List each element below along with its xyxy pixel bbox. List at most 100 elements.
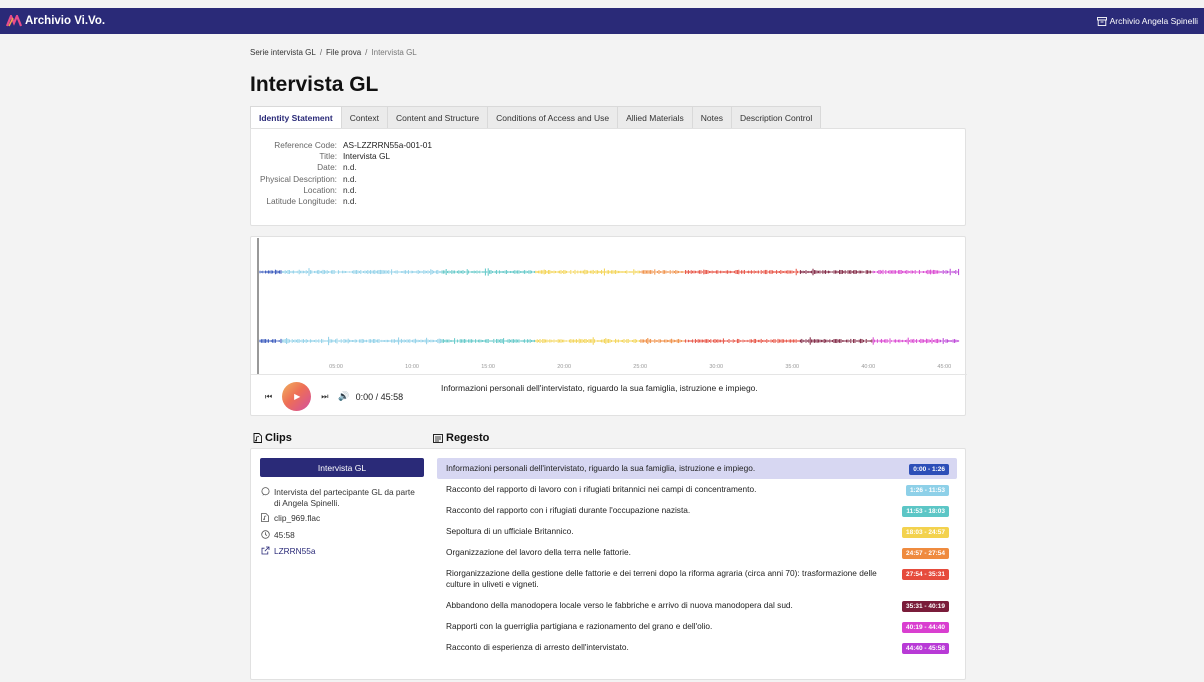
regesto-item[interactable]: Racconto del rapporto di lavoro con i ri… (437, 479, 957, 500)
list-icon (433, 433, 443, 443)
regesto-item[interactable]: Abbandono della manodopera locale verso … (437, 595, 957, 616)
identity-label: Title: (319, 151, 337, 162)
logo-icon (6, 15, 22, 27)
regesto-title: Regesto (446, 432, 490, 444)
timeline-tick: 45:00 (937, 364, 951, 370)
tab-identity-statement[interactable]: Identity Statement (250, 106, 342, 128)
file-audio-icon (261, 513, 270, 525)
regesto-list: Informazioni personali dell'intervistato… (437, 458, 957, 658)
regesto-item-text: Rapporti con la guerriglia partigiana e … (446, 621, 713, 631)
time-range-badge: 27:54 - 35:31 (901, 569, 949, 580)
tab-allied-materials[interactable]: Allied Materials (617, 106, 693, 128)
identity-row: Reference Code: AS-LZZRRN55a-001-01 (251, 140, 432, 151)
time-range-badge: 35:31 - 40:19 (901, 601, 949, 612)
clip-file: clip_969.flac (274, 513, 321, 524)
time-range-badge: 18:03 - 24:57 (901, 527, 949, 538)
regesto-item-text: Racconto di esperienza di arresto dell'i… (446, 642, 629, 652)
identity-label: Physical Description: (259, 173, 337, 184)
identity-row: Title: Intervista GL (251, 151, 432, 162)
next-button[interactable]: ⏭ (321, 392, 328, 402)
breadcrumb-item[interactable]: File prova (326, 48, 361, 57)
volume-icon[interactable]: 🔊 (338, 391, 349, 402)
breadcrumb-current: Intervista GL (371, 48, 417, 57)
waveform[interactable]: 05:00 10:00 15:00 20:00 25:00 30:00 35:00 40:00… (257, 238, 961, 374)
clip-description-row: Intervista del partecipante GL da parte … (261, 487, 421, 509)
tab-description-control[interactable]: Description Control (730, 106, 822, 128)
identity-value: Intervista GL (343, 151, 391, 162)
identity-value: n.d. (343, 184, 357, 195)
user-menu[interactable]: Archivio Angela Spinelli (1096, 16, 1198, 26)
top-strip (0, 0, 1204, 8)
identity-value: n.d. (343, 173, 357, 184)
timeline-tick: 30:00 (709, 364, 723, 370)
regesto-item-text: Organizzazione del lavoro della terra ne… (446, 547, 631, 557)
player-controls: ⏮ ▶ ⏭ 🔊 0:00 / 45:58 (265, 382, 403, 411)
clip-file-row: clip_969.flac (261, 513, 421, 525)
clip-link-row: LZRRN55a (261, 546, 421, 558)
clip-duration-row: 45:58 (261, 530, 421, 542)
tab-content-and-structure[interactable]: Content and Structure (386, 106, 489, 128)
breadcrumb-separator: / (319, 48, 323, 57)
timeline-tick: 10:00 (405, 364, 419, 370)
brand[interactable]: Archivio Vi.Vo. (6, 15, 105, 27)
tab-context[interactable]: Context (340, 106, 388, 128)
time-range-badge: 1:26 - 11:53 (905, 485, 949, 496)
regesto-item-text: Riorganizzazione della gestione delle fa… (446, 568, 877, 589)
identity-row: Latitude Longitude: n.d. (251, 196, 432, 207)
regesto-item-text: Abbandono della manodopera locale verso … (446, 600, 793, 610)
external-link-icon (261, 546, 270, 558)
regesto-item[interactable]: Racconto del rapporto con i rifugiati du… (437, 500, 957, 521)
navbar: Archivio Vi.Vo. Archivio Angela Spinelli (0, 8, 1204, 34)
regesto-item-text: Racconto del rapporto con i rifugiati du… (446, 505, 691, 515)
tab-conditions-of-access[interactable]: Conditions of Access and Use (487, 106, 619, 128)
breadcrumb-separator: / (365, 48, 368, 57)
timeline-tick: 20:00 (557, 364, 571, 370)
identity-list: Reference Code: AS-LZZRRN55a-001-01 Titl… (251, 140, 432, 207)
play-button[interactable]: ▶ (282, 382, 312, 411)
regesto-item-text: Informazioni personali dell'intervistato… (446, 463, 756, 473)
identity-value: n.d. (343, 162, 357, 173)
identity-label: Location: (303, 184, 337, 195)
previous-button[interactable]: ⏮ (265, 392, 272, 402)
page-title: Intervista GL (250, 73, 379, 96)
timeline-tick: 35:00 (785, 364, 799, 370)
play-icon: ▶ (294, 392, 301, 401)
regesto-item[interactable]: Organizzazione del lavoro della terra ne… (437, 542, 957, 563)
time-range-badge: 44:40 - 45:58 (901, 643, 949, 654)
chat-icon (261, 487, 270, 509)
identity-row: Date: n.d. (251, 162, 432, 173)
clip-select-button[interactable]: Intervista GL (260, 458, 424, 477)
brand-name: Archivio Vi.Vo. (25, 15, 106, 27)
time-range-badge: 40:19 - 44:40 (901, 622, 949, 633)
regesto-item[interactable]: Sepoltura di un ufficiale Britannico. 18:… (437, 521, 957, 542)
identity-panel: Reference Code: AS-LZZRRN55a-001-01 Titl… (250, 128, 966, 226)
regesto-item[interactable]: Informazioni personali dell'intervistato… (437, 458, 957, 479)
timeline-tick: 05:00 (329, 364, 343, 370)
player-divider (251, 374, 967, 375)
regesto-item-text: Racconto del rapporto di lavoro con i ri… (446, 484, 757, 494)
timeline-tick: 25:00 (633, 364, 647, 370)
clips-regesto-panel: Intervista GL Intervista del partecipant… (250, 448, 966, 680)
identity-value: AS-LZZRRN55a-001-01 (343, 140, 432, 150)
regesto-item[interactable]: Rapporti con la guerriglia partigiana e … (437, 616, 957, 637)
regesto-item[interactable]: Racconto di esperienza di arresto dell'i… (437, 637, 957, 658)
tab-bar: Identity Statement Context Content and S… (250, 106, 822, 128)
regesto-item[interactable]: Riorganizzazione della gestione delle fa… (437, 563, 957, 595)
user-name: Archivio Angela Spinelli (1109, 16, 1198, 26)
tab-notes[interactable]: Notes (691, 106, 732, 128)
identity-row: Physical Description: n.d. (251, 174, 432, 185)
file-audio-icon (253, 433, 262, 443)
time-range-badge: 24:57 - 27:54 (901, 548, 949, 559)
archive-icon (1096, 16, 1107, 26)
identity-label: Latitude Longitude: (266, 196, 337, 207)
clip-link[interactable]: LZRRN55a (274, 546, 316, 558)
identity-label: Reference Code: (274, 140, 337, 150)
clips-title: Clips (265, 432, 292, 444)
identity-row: Location: n.d. (251, 185, 432, 196)
breadcrumb-item[interactable]: Serie intervista GL (250, 48, 316, 57)
clip-info: Intervista del partecipante GL da parte … (261, 487, 421, 562)
clips-heading: Clips (253, 432, 292, 444)
timeline-tick: 40:00 (861, 364, 875, 370)
time-readout: 0:00 / 45:58 (355, 391, 404, 402)
regesto-item-text: Sepoltura di un ufficiale Britannico. (446, 526, 574, 536)
